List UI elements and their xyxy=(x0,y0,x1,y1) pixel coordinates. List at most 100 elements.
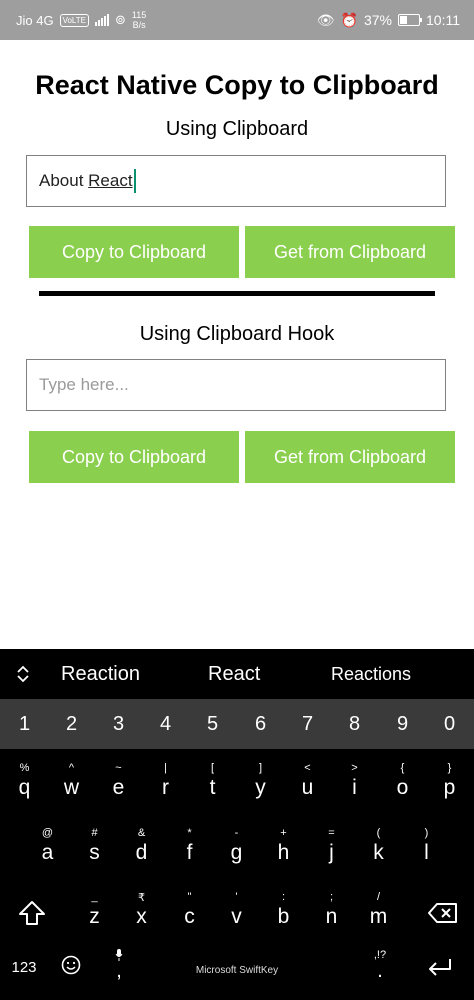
key-5[interactable]: 5 xyxy=(189,699,236,749)
key-label: q xyxy=(18,776,31,799)
input-text-composing: React xyxy=(88,171,133,190)
key-6[interactable]: 6 xyxy=(237,699,284,749)
shift-key[interactable] xyxy=(8,885,56,941)
key-label: r xyxy=(162,776,169,799)
clock: 10:11 xyxy=(426,12,460,28)
carrier-label: Jio 4G xyxy=(16,12,54,28)
enter-key[interactable] xyxy=(418,949,462,985)
key-label: y xyxy=(255,776,266,799)
key-k[interactable]: (k xyxy=(355,819,402,883)
key-alt: { xyxy=(400,762,405,774)
key-alt: " xyxy=(187,891,192,903)
key-l[interactable]: ) l xyxy=(403,819,450,883)
get-from-clipboard-button[interactable]: Get from Clipboard xyxy=(245,226,455,278)
key-j[interactable]: = j xyxy=(308,819,355,883)
status-bar-right: 👁 ⏰ 37% 10:11 xyxy=(317,0,460,40)
key-7[interactable]: 7 xyxy=(284,699,331,749)
key-g[interactable]: -g xyxy=(213,819,260,883)
key-a[interactable]: @ a xyxy=(24,819,71,883)
key-0[interactable]: 0 xyxy=(426,699,473,749)
key-x[interactable]: ₹ x xyxy=(118,883,165,947)
backspace-icon xyxy=(428,903,457,923)
key-u[interactable]: < u xyxy=(284,754,331,818)
key-1[interactable]: 1 xyxy=(1,699,48,749)
key-p[interactable]: } p xyxy=(426,754,473,818)
number-row: 1 2 3 4 5 6 7 8 9 0 xyxy=(0,699,474,749)
key-alt: ' xyxy=(235,891,238,903)
key-alt: + xyxy=(280,827,287,839)
key-o[interactable]: {o xyxy=(379,754,426,818)
key-i[interactable]: > i xyxy=(331,754,378,818)
clipboard-hook-text-input[interactable] xyxy=(26,359,446,411)
key-s[interactable]: # s xyxy=(71,819,118,883)
key-e[interactable]: ~ e xyxy=(95,754,142,818)
key-label: h xyxy=(277,841,290,864)
key-alt: ₹ xyxy=(138,892,145,904)
section-divider xyxy=(39,291,435,296)
enter-icon xyxy=(429,959,451,976)
network-speed-unit: B/s xyxy=(132,20,146,30)
alarm-icon: ⏰ xyxy=(340,11,358,28)
key-label: v xyxy=(231,905,242,928)
key-d[interactable]: & d xyxy=(118,819,165,883)
hook-get-from-clipboard-button[interactable]: Get from Clipboard xyxy=(245,431,455,483)
key-alt: ) xyxy=(424,827,429,839)
key-alt: : xyxy=(281,891,286,903)
key-alt: ( xyxy=(376,827,381,839)
key-f[interactable]: * f xyxy=(166,819,213,883)
key-q[interactable]: % q xyxy=(1,754,48,818)
key-h[interactable]: + h xyxy=(260,819,307,883)
clipboard-text-input[interactable]: About React xyxy=(26,155,446,207)
key-8[interactable]: 8 xyxy=(331,699,378,749)
key-label: k xyxy=(373,841,384,864)
input-text-plain: About xyxy=(39,171,89,190)
key-4[interactable]: 4 xyxy=(142,699,189,749)
key-n[interactable]: ; n xyxy=(308,883,355,947)
key-label: x xyxy=(136,905,147,928)
key-m[interactable]: / m xyxy=(355,883,402,947)
key-9[interactable]: 9 xyxy=(379,699,426,749)
volte-badge: VoLTE xyxy=(59,13,89,27)
key-t[interactable]: [t xyxy=(189,754,236,818)
key-label: s xyxy=(89,841,100,864)
key-label: m xyxy=(369,905,388,928)
key-label: g xyxy=(230,841,243,864)
key-3[interactable]: 3 xyxy=(95,699,142,749)
key-w[interactable]: ^ w xyxy=(48,754,95,818)
network-speed: 115 B/s xyxy=(132,10,146,30)
key-b[interactable]: :b xyxy=(260,883,307,947)
key-2[interactable]: 2 xyxy=(48,699,95,749)
key-z[interactable]: _ z xyxy=(71,883,118,947)
key-alt: @ xyxy=(41,827,54,839)
key-label: b xyxy=(277,905,290,928)
key-alt: % xyxy=(19,762,30,774)
key-alt: ; xyxy=(329,891,334,903)
backspace-key[interactable] xyxy=(418,885,468,941)
key-label: i xyxy=(352,776,357,799)
clipboard-hook-input-field[interactable] xyxy=(39,375,433,395)
key-r[interactable]: | r xyxy=(142,754,189,818)
battery-percent: 37% xyxy=(363,12,392,28)
key-c[interactable]: " c xyxy=(166,883,213,947)
key-label: t xyxy=(209,776,216,799)
suggestion-2[interactable]: React xyxy=(208,649,260,699)
key-v[interactable]: ' v xyxy=(213,883,260,947)
soft-keyboard: Reaction React Reactions 1 2 3 4 5 6 7 8… xyxy=(0,649,474,1000)
key-label: l xyxy=(424,841,429,864)
copy-to-clipboard-button[interactable]: Copy to Clipboard xyxy=(29,226,239,278)
status-bar-left: Jio 4G VoLTE ⊚ 115 B/s xyxy=(16,0,146,40)
key-alt: ~ xyxy=(115,762,122,774)
suggestion-1[interactable]: Reaction xyxy=(61,649,140,699)
period-key[interactable]: ,!? . xyxy=(362,941,398,989)
spacebar-brand[interactable]: Microsoft SwiftKey xyxy=(0,965,474,976)
section-heading-clipboard: Using Clipboard xyxy=(165,118,309,140)
key-label: j xyxy=(329,841,334,864)
key-y[interactable]: ] y xyxy=(237,754,284,818)
key-label: u xyxy=(301,776,314,799)
key-label: f xyxy=(186,841,193,864)
suggestion-3[interactable]: Reactions xyxy=(331,649,411,699)
battery-icon xyxy=(398,14,422,26)
hook-copy-to-clipboard-button[interactable]: Copy to Clipboard xyxy=(29,431,239,483)
expand-toolbar-icon[interactable] xyxy=(12,649,34,699)
key-alt: _ xyxy=(91,891,98,903)
